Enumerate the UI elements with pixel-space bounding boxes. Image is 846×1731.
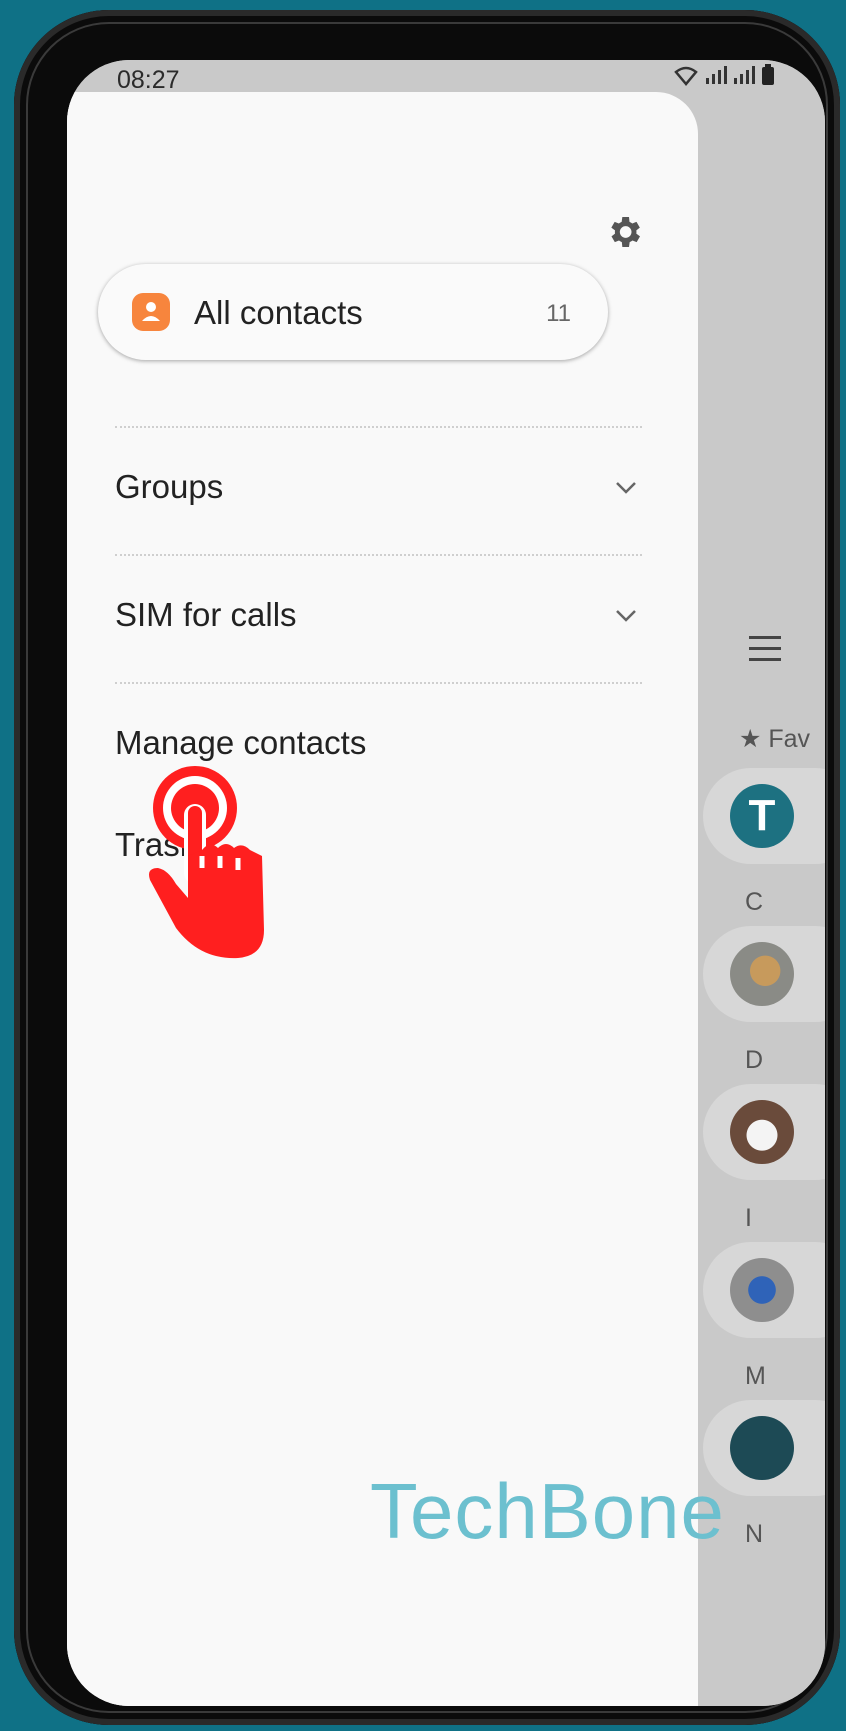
battery-icon — [762, 64, 774, 85]
all-contacts-count: 11 — [546, 300, 571, 327]
section-letter: N — [745, 1520, 764, 1548]
section-letter: D — [745, 1046, 764, 1074]
contact-person-icon — [132, 293, 170, 331]
avatar — [730, 1100, 794, 1164]
section-letter: M — [745, 1362, 766, 1390]
avatar — [730, 942, 794, 1006]
avatar: T — [730, 784, 794, 848]
groups-item[interactable]: Groups — [115, 468, 223, 506]
all-contacts-button[interactable]: All contacts 11 — [98, 264, 608, 360]
avatar — [730, 1258, 794, 1322]
star-icon: ★ — [739, 725, 762, 753]
wifi-icon — [674, 66, 698, 86]
signal-icon — [706, 66, 727, 84]
settings-gear-icon[interactable] — [604, 212, 644, 252]
signal-icon-2 — [734, 66, 755, 84]
techbone-watermark: TechBone — [370, 1467, 725, 1555]
manage-contacts-item[interactable]: Manage contacts — [115, 724, 366, 762]
chevron-down-icon[interactable] — [615, 481, 637, 495]
chevron-down-icon[interactable] — [615, 609, 637, 623]
divider — [115, 426, 642, 428]
section-letter: C — [745, 888, 764, 916]
favorites-header: ★ Fav — [739, 724, 810, 754]
hamburger-menu-icon[interactable] — [749, 636, 781, 669]
sim-for-calls-item[interactable]: SIM for calls — [115, 596, 297, 634]
avatar-initial: T — [748, 791, 776, 840]
section-letter: I — [745, 1204, 752, 1232]
status-icons — [673, 64, 775, 86]
tap-pointer-hand-icon — [149, 766, 264, 959]
divider — [115, 554, 642, 556]
divider — [115, 682, 642, 684]
favorites-label: Fav — [768, 725, 811, 753]
avatar — [730, 1416, 794, 1480]
status-time: 08:27 — [117, 66, 180, 94]
all-contacts-label: All contacts — [194, 294, 363, 331]
